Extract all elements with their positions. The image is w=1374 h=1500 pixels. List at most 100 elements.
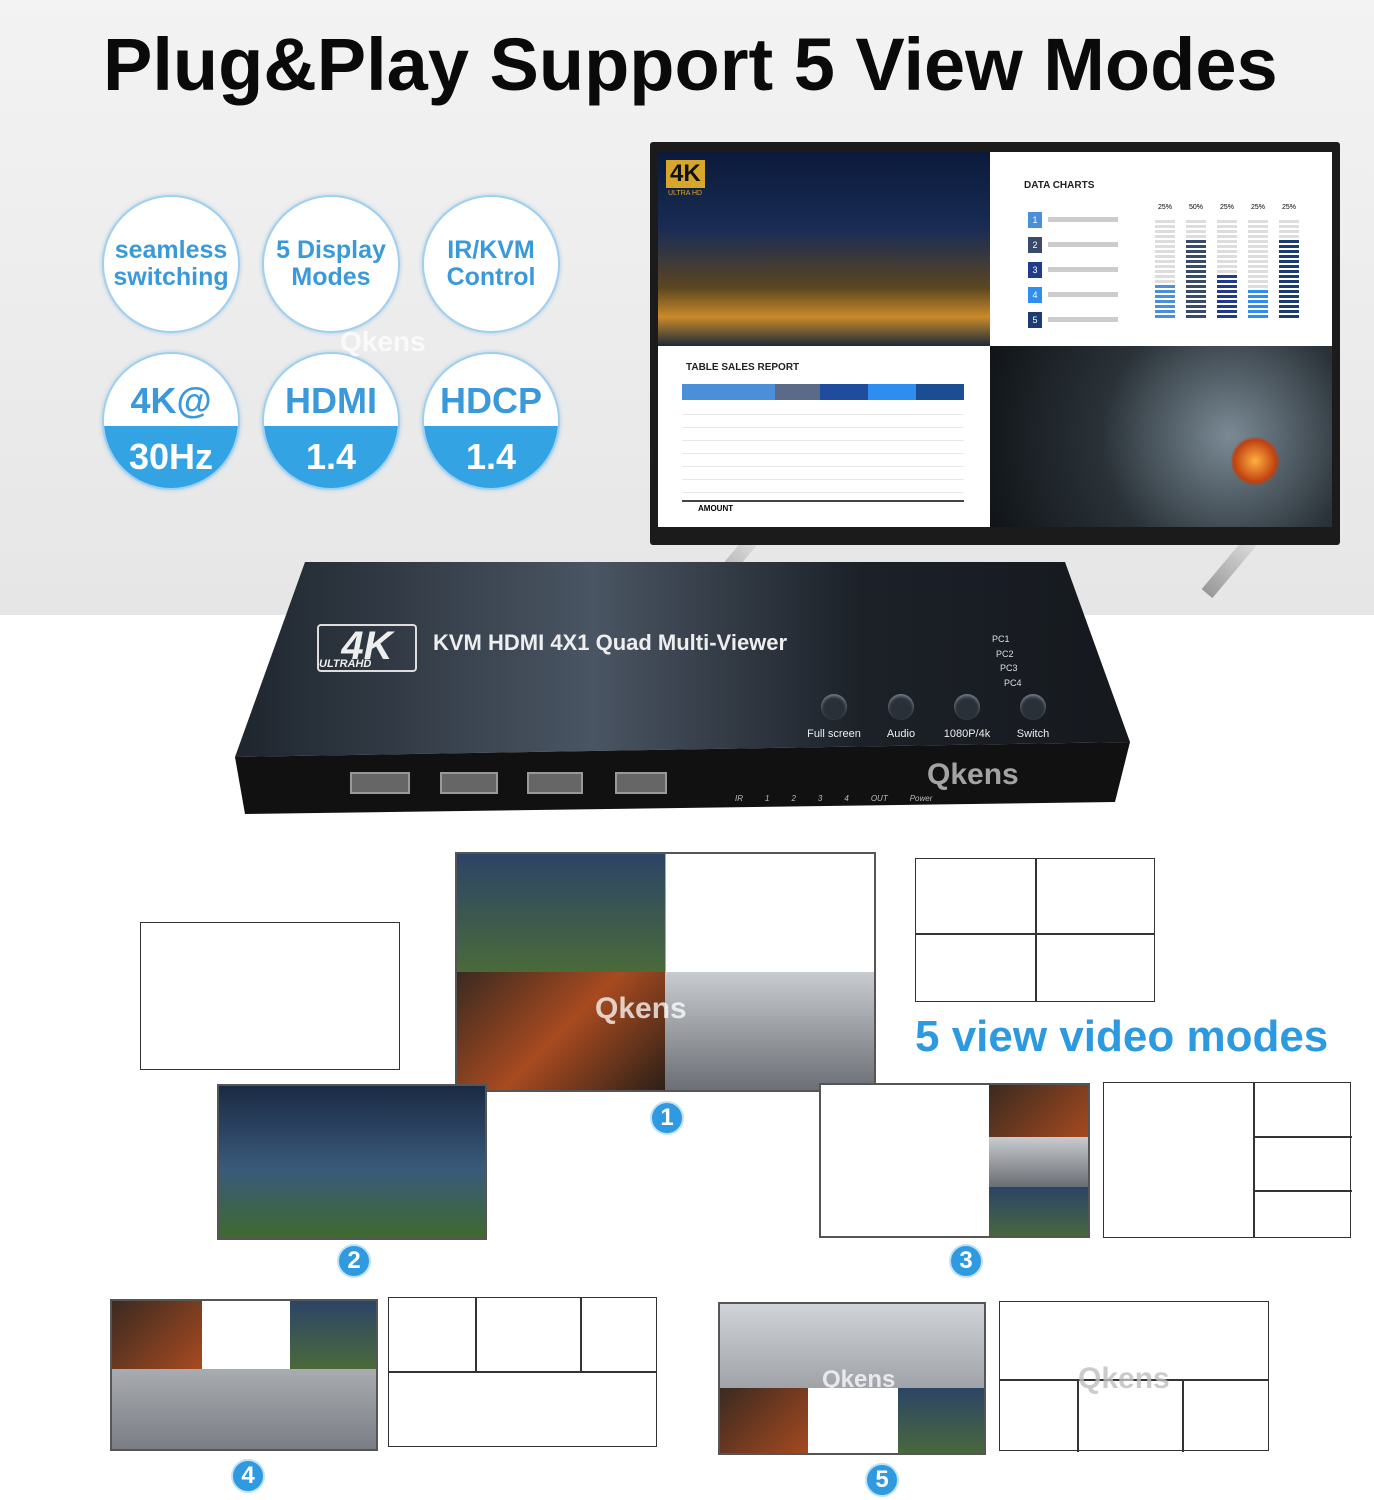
table-title: TABLE SALES REPORT [686,362,800,373]
watermark: Qkens [595,992,687,1025]
usb-port-1 [350,772,410,794]
chart-item-number: 2 [1028,236,1042,253]
badge-text: IR/KVM Control [446,236,536,291]
watermark: Qkens [927,758,1019,791]
port-label: 1 [765,794,770,803]
device-name: KVM HDMI 4X1 Quad Multi-Viewer [433,630,788,655]
chart-item-text [1048,317,1118,322]
chart-title: DATA CHARTS [1024,180,1095,191]
chart-item-text [1048,242,1118,247]
table-header [682,384,964,400]
mode-number-5: 5 [865,1463,899,1497]
button-label: Audio [886,728,916,740]
chart-item-number: 5 [1028,311,1042,328]
badge-hdmi: HDMI 1.4 [262,352,400,490]
chart-item: 3 [1028,257,1128,282]
badge-seamless-switching: seamless switching [102,195,240,333]
tv-4k-logo: 4K [666,160,705,188]
chart-item-number: 1 [1028,211,1042,228]
kvm-device: 4K ULTRAHD KVM HDMI 4X1 Quad Multi-Viewe… [235,562,1130,814]
chart-item-number: 4 [1028,286,1042,303]
chart-items: 1 2 3 4 5 [1028,207,1128,332]
watermark: Qkens [822,1366,896,1393]
mode-number-1: 1 [650,1101,684,1135]
chart-bar [1186,240,1206,320]
tv: 4K ULTRA HD DATA CHARTS 12345 25% 50% 25% 2… [650,142,1340,545]
led-pc4: PC4 [1004,677,1022,688]
mode-3-image [819,1083,1090,1238]
mode-number-4: 4 [231,1459,265,1493]
chart-bar-label: 25% [1281,204,1296,211]
tv-quadrant-game [990,346,1332,527]
chart-item-text [1048,267,1118,272]
tv-4k-logo-sub: ULTRA HD [668,190,703,197]
chart-bar-label: 25% [1157,204,1172,211]
mode-1-image: Qkens [455,852,876,1092]
resolution-button[interactable]: 1080P/4k [937,694,997,742]
keyboard-port [615,772,667,794]
chart-item: 5 [1028,307,1128,332]
chart-item-text [1048,217,1118,222]
port-label: OUT [870,794,888,803]
layout-1-top-3-bottom: Qkens [999,1301,1269,1452]
switch-button[interactable]: Switch [1009,694,1057,742]
watermark: Qkens [1078,1362,1170,1395]
chart-bars: 25% 50% 25% 25% 25% [1155,204,1315,327]
pc-leds: PC1 PC2 PC3 PC4 [992,632,1022,690]
port-label: 3 [817,794,823,803]
led-pc3: PC3 [1000,663,1018,673]
mode-number-2: 2 [337,1244,371,1278]
badge-ir-kvm: IR/KVM Control [422,195,560,333]
badge-4k30: 4K@ 30Hz [102,352,240,490]
badge-text: seamless switching [113,236,229,291]
port-labels: IR 1 2 3 4 OUT Power [735,794,932,803]
mode-5-image: Qkens [718,1302,986,1455]
layout-fullscreen [140,922,400,1070]
chart-bar [1279,240,1299,320]
chart-item-number: 3 [1028,261,1042,278]
port-label: 2 [791,794,796,803]
badge-text: 5 Display Modes [276,236,386,291]
port-label: 4 [844,794,849,803]
chart-bar [1155,285,1175,320]
chart-item: 1 [1028,207,1128,232]
port-label: IR [735,794,743,803]
mouse-port [527,772,583,794]
button-label: Full screen [807,728,861,740]
led-pc1: PC1 [992,634,1010,644]
table-total-label: AMOUNT [698,504,734,513]
chart-bar-label: 25% [1219,204,1234,211]
fire-effect [1230,436,1280,486]
mode-number-3: 3 [949,1244,983,1278]
tv-quadrant-table: TABLE SALES REPORT AMOUNT [658,346,990,527]
tv-quadrant-chart: DATA CHARTS 1 2 3 4 5 25% 50% 25% 25% 25% [990,152,1332,346]
modes-heading: 5 view video modes [915,1012,1329,1061]
chart-bar-label: 50% [1188,204,1203,211]
chart-bar [1217,275,1237,320]
layout-quad [915,858,1155,1002]
device-buttons: Full screen Audio 1080P/4k Switch [803,694,1057,742]
chart-bar [1248,290,1268,320]
chart-bar-label: 25% [1250,204,1265,211]
table-divider [682,500,964,502]
button-label: Switch [1016,728,1050,740]
table-body [682,402,964,498]
watermark: Qkens [340,326,426,357]
full-screen-button[interactable]: Full screen [803,694,865,742]
layout-1-plus-3-right [1103,1082,1352,1238]
tv-quadrant-city: 4K ULTRA HD [658,152,990,346]
mode-4-image [110,1299,378,1451]
button-label: 1080P/4k [943,728,991,740]
chart-item: 2 [1028,232,1128,257]
port-label: Power [909,794,933,803]
usb-port-2 [440,772,498,794]
badge-hdcp: HDCP 1.4 [422,352,560,490]
page-title: Plug&Play Support 5 View Modes [103,23,1278,106]
chart-item: 4 [1028,282,1128,307]
chart-item-text [1048,292,1118,297]
led-pc2: PC2 [996,648,1014,659]
layout-3-top-1-bottom [388,1297,657,1447]
badge-display-modes: 5 Display Modes [262,195,400,333]
audio-button[interactable]: Audio [877,694,925,742]
device-logo-sub: ULTRAHD [319,658,372,670]
